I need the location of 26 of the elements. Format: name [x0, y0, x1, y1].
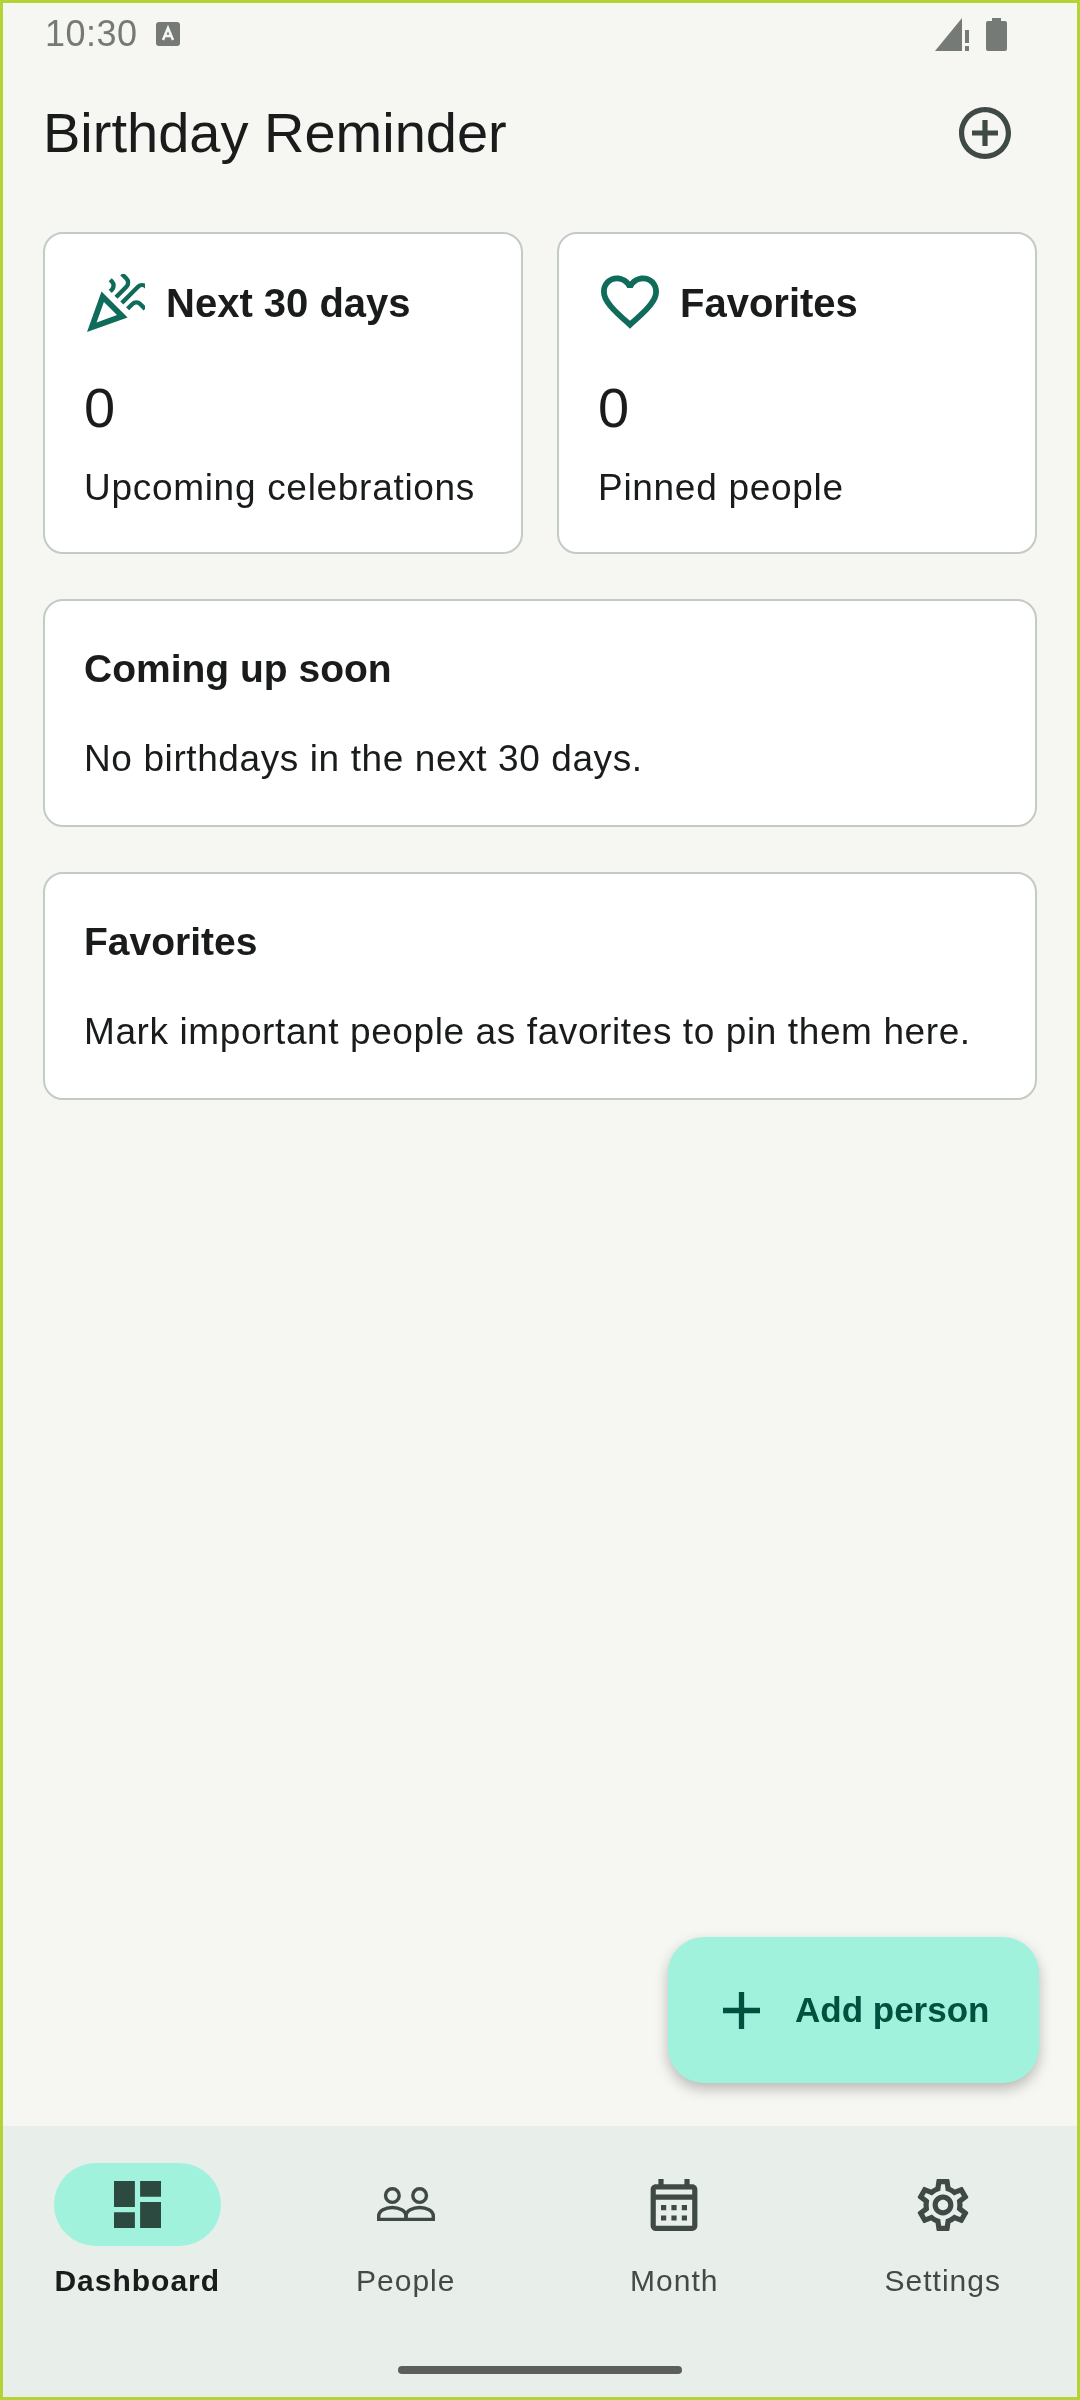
empty-message: No birthdays in the next 30 days. — [84, 737, 644, 781]
stat-title: Favorites — [680, 280, 858, 326]
people-icon — [376, 2187, 435, 2222]
stat-caption: Upcoming celebrations — [84, 466, 477, 510]
app-title: Birthday Reminder — [43, 100, 507, 167]
add-person-button[interactable]: Add person — [668, 1937, 1039, 2083]
party-popper-icon — [87, 274, 145, 332]
notification-icon — [155, 22, 180, 46]
nav-tab[interactable]: Month — [540, 2163, 809, 2301]
stat-title: Next 30 days — [166, 280, 411, 326]
stat-caption: Pinned people — [598, 466, 845, 510]
empty-message: Mark important people as favorites to pin them here. — [84, 1010, 972, 1054]
nav-tab[interactable]: Dashboard — [3, 2163, 272, 2301]
nav-tab[interactable]: Settings — [808, 2163, 1077, 2301]
dashboard-icon — [113, 2181, 161, 2228]
settings-icon — [916, 2178, 969, 2231]
stat-value: 0 — [84, 375, 117, 441]
section-title: Coming up soon — [84, 646, 393, 692]
signal-icon — [935, 17, 970, 51]
section-title: Favorites — [84, 919, 259, 965]
add-button[interactable] — [959, 107, 1011, 159]
stat-value: 0 — [598, 375, 631, 441]
nav-tab[interactable]: People — [271, 2163, 540, 2301]
plus-icon — [723, 1991, 760, 2029]
battery-icon — [986, 17, 1007, 51]
status-time: 10:30 — [45, 13, 138, 55]
